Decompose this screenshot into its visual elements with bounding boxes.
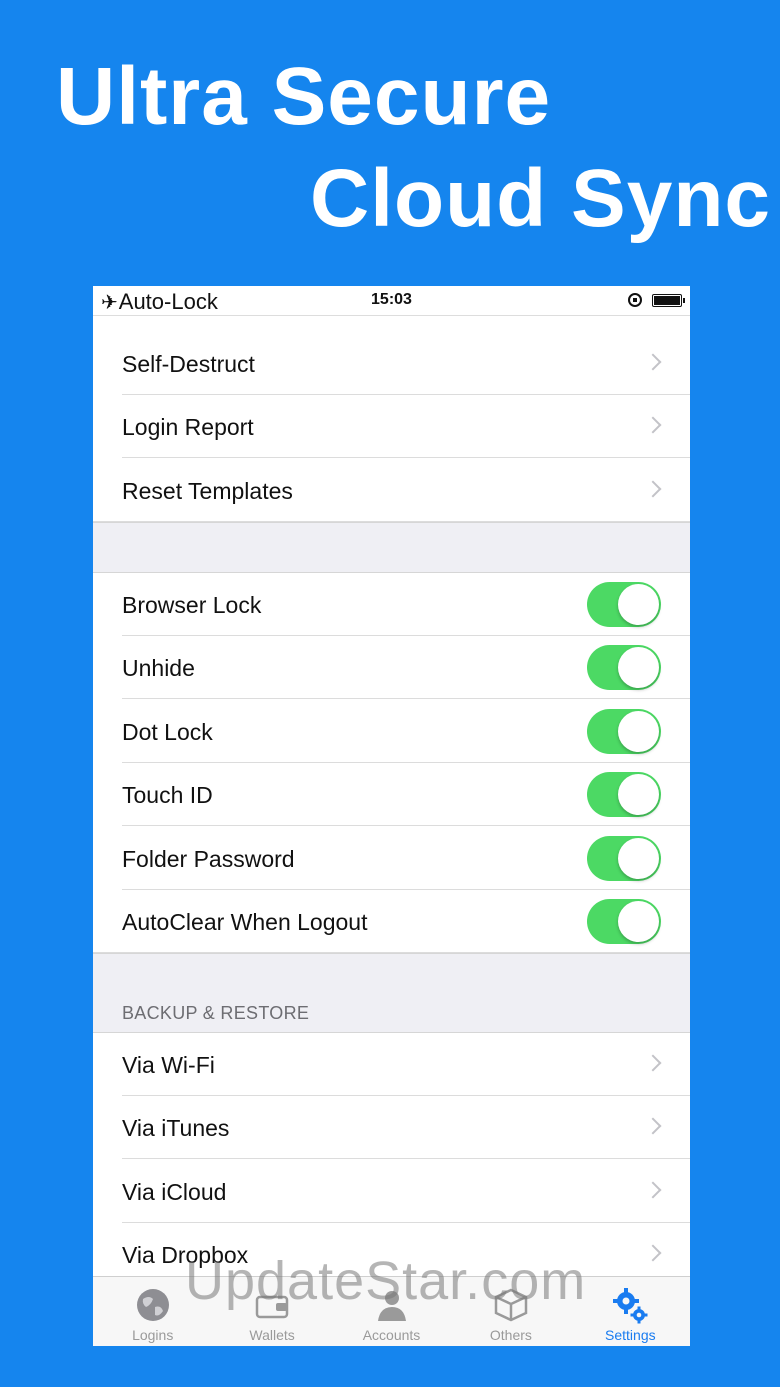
tab-label: Logins	[132, 1327, 174, 1343]
row-via-itunes[interactable]: Via iTunes	[93, 1096, 690, 1159]
headline-line-1: Ultra Secure	[56, 51, 552, 142]
chevron-right-icon	[644, 1244, 662, 1262]
row-via-wifi[interactable]: Via Wi-Fi	[93, 1033, 690, 1096]
row-via-icloud[interactable]: Via iCloud	[93, 1160, 690, 1223]
row-label: Folder Password	[122, 846, 295, 872]
section-header-backup-restore: BACKUP & RESTORE	[122, 1003, 310, 1023]
tab-label: Wallets	[249, 1327, 295, 1343]
row-label: Reset Templates	[122, 478, 293, 504]
row-dot-lock: Dot Lock	[93, 700, 690, 763]
row-self-destruct[interactable]: Self-Destruct	[93, 332, 690, 395]
chevron-right-icon	[644, 416, 662, 434]
touch-id-toggle[interactable]	[587, 772, 661, 817]
tab-label: Settings	[605, 1327, 656, 1343]
headline-line-2: Cloud Sync	[310, 153, 772, 244]
autoclear-when-logout-toggle[interactable]	[587, 899, 661, 944]
dot-lock-toggle[interactable]	[587, 709, 661, 754]
status-right	[628, 293, 685, 307]
row-login-report[interactable]: Login Report	[93, 395, 690, 458]
row-reset-templates[interactable]: Reset Templates	[93, 459, 690, 522]
row-touch-id: Touch ID	[93, 763, 690, 826]
row-unhide: Unhide	[93, 636, 690, 699]
status-bar: ✈Auto-Lock 15:03	[93, 286, 690, 316]
tab-label: Others	[489, 1327, 532, 1343]
browser-lock-toggle[interactable]	[587, 582, 661, 627]
row-label: Touch ID	[122, 782, 213, 808]
watermark-text: UpdateStar.com	[185, 1251, 587, 1311]
row-label: Unhide	[122, 655, 195, 681]
folder-password-toggle[interactable]	[587, 836, 661, 881]
battery-icon	[652, 293, 685, 307]
chevron-right-icon	[644, 1181, 662, 1199]
section-spacer	[93, 522, 690, 573]
phone-screen: ✈Auto-Lock 15:03 Self-Destruct Login Rep…	[93, 286, 690, 1346]
backup-section-header-area: BACKUP & RESTORE	[93, 953, 690, 1033]
chevron-right-icon	[644, 353, 662, 371]
row-label: Login Report	[122, 414, 254, 440]
tab-settings[interactable]: Settings	[571, 1277, 690, 1346]
globe-icon	[136, 1289, 169, 1321]
row-browser-lock: Browser Lock	[93, 573, 690, 636]
rotation-lock-icon	[628, 293, 642, 307]
chevron-right-icon	[644, 480, 662, 498]
row-label: Dot Lock	[122, 719, 213, 745]
status-time: 15:03	[371, 291, 412, 308]
row-label: Via iCloud	[122, 1179, 227, 1205]
row-label: Via Wi-Fi	[122, 1052, 215, 1078]
chevron-right-icon	[644, 1054, 662, 1072]
chevron-right-icon	[644, 1117, 662, 1135]
row-label: Browser Lock	[122, 592, 262, 618]
tab-label: Accounts	[362, 1327, 421, 1343]
unhide-toggle[interactable]	[587, 645, 661, 690]
row-label: AutoClear When Logout	[122, 909, 368, 935]
row-label: Self-Destruct	[122, 351, 255, 377]
row-label: Via iTunes	[122, 1115, 230, 1141]
row-autoclear-when-logout: AutoClear When Logout	[93, 890, 690, 953]
row-folder-password: Folder Password	[93, 827, 690, 890]
gears-icon	[613, 1288, 648, 1324]
